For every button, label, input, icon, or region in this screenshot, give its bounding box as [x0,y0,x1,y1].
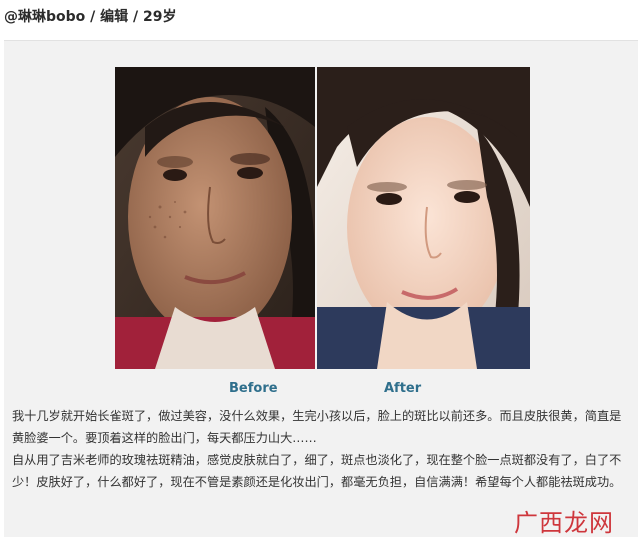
before-photo [115,67,315,369]
article-card: Before After 我十几岁就开始长雀斑了，做过美容，没什么效果，生完小孩… [4,40,638,537]
site-watermark: 广西龙网 [514,509,614,537]
author-line: @琳琳bobo / 编辑 / 29岁 [4,9,177,25]
after-photo [317,67,530,369]
article-body: 我十几岁就开始长雀斑了，做过美容，没什么效果，生完小孩以后，脸上的斑比以前还多。… [12,405,632,493]
paragraph-2: 自从用了吉米老师的玫瑰祛斑精油，感觉皮肤就白了，细了，斑点也淡化了，现在整个脸一… [12,453,622,489]
page: @琳琳bobo / 编辑 / 29岁 Before After 我十几岁就开始长… [0,0,640,538]
before-label: Before [229,381,278,396]
header: @琳琳bobo / 编辑 / 29岁 [0,0,640,40]
paragraph-1: 我十几岁就开始长雀斑了，做过美容，没什么效果，生完小孩以后，脸上的斑比以前还多。… [12,409,622,445]
after-label: After [384,381,422,396]
